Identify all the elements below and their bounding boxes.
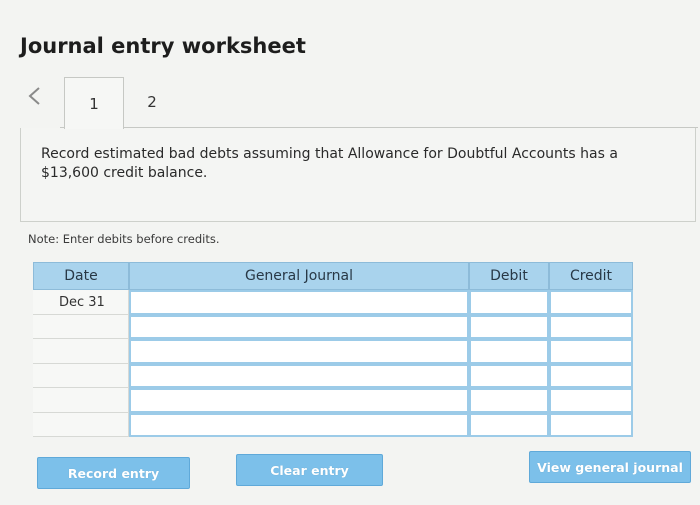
account-input[interactable] [129, 363, 469, 388]
table-row [33, 314, 633, 339]
credit-input[interactable] [549, 363, 633, 388]
clear-entry-button[interactable]: Clear entry [236, 454, 383, 486]
previous-arrow-icon[interactable] [26, 86, 44, 106]
date-cell: Dec 31 [33, 290, 129, 315]
date-column-header: Date [33, 262, 129, 290]
tab-2[interactable]: 2 [126, 77, 178, 127]
table-row [33, 388, 633, 413]
instruction-panel: Record estimated bad debts assuming that… [20, 128, 696, 222]
date-cell [33, 388, 129, 413]
date-cell [33, 314, 129, 339]
general-journal-column-header: General Journal [129, 262, 469, 290]
table-row [33, 363, 633, 388]
instruction-text: Record estimated bad debts assuming that… [41, 146, 618, 181]
credit-column-header: Credit [549, 262, 633, 290]
credit-input[interactable] [549, 388, 633, 413]
table-row [33, 339, 633, 364]
debit-column-header: Debit [469, 262, 549, 290]
account-input[interactable] [129, 314, 469, 339]
table-row [33, 412, 633, 437]
date-cell [33, 363, 129, 388]
debit-input[interactable] [469, 388, 549, 413]
account-input[interactable] [129, 388, 469, 413]
journal-header-row: Date General Journal Debit Credit [33, 262, 633, 290]
debit-input[interactable] [469, 290, 549, 315]
account-input[interactable] [129, 290, 469, 315]
journal-table: Date General Journal Debit Credit Dec 31 [33, 262, 633, 437]
debit-input[interactable] [469, 412, 549, 437]
view-general-journal-button[interactable]: View general journal [529, 451, 691, 483]
account-input[interactable] [129, 412, 469, 437]
credit-input[interactable] [549, 412, 633, 437]
debit-input[interactable] [469, 363, 549, 388]
credit-input[interactable] [549, 290, 633, 315]
table-row: Dec 31 [33, 290, 633, 315]
record-entry-button[interactable]: Record entry [37, 457, 190, 489]
tab-1[interactable]: 1 [64, 77, 124, 129]
credit-input[interactable] [549, 339, 633, 364]
account-input[interactable] [129, 339, 469, 364]
date-cell [33, 339, 129, 364]
page-title: Journal entry worksheet [20, 34, 306, 58]
date-cell [33, 412, 129, 437]
note-text: Note: Enter debits before credits. [28, 232, 220, 246]
debit-input[interactable] [469, 339, 549, 364]
credit-input[interactable] [549, 314, 633, 339]
debit-input[interactable] [469, 314, 549, 339]
